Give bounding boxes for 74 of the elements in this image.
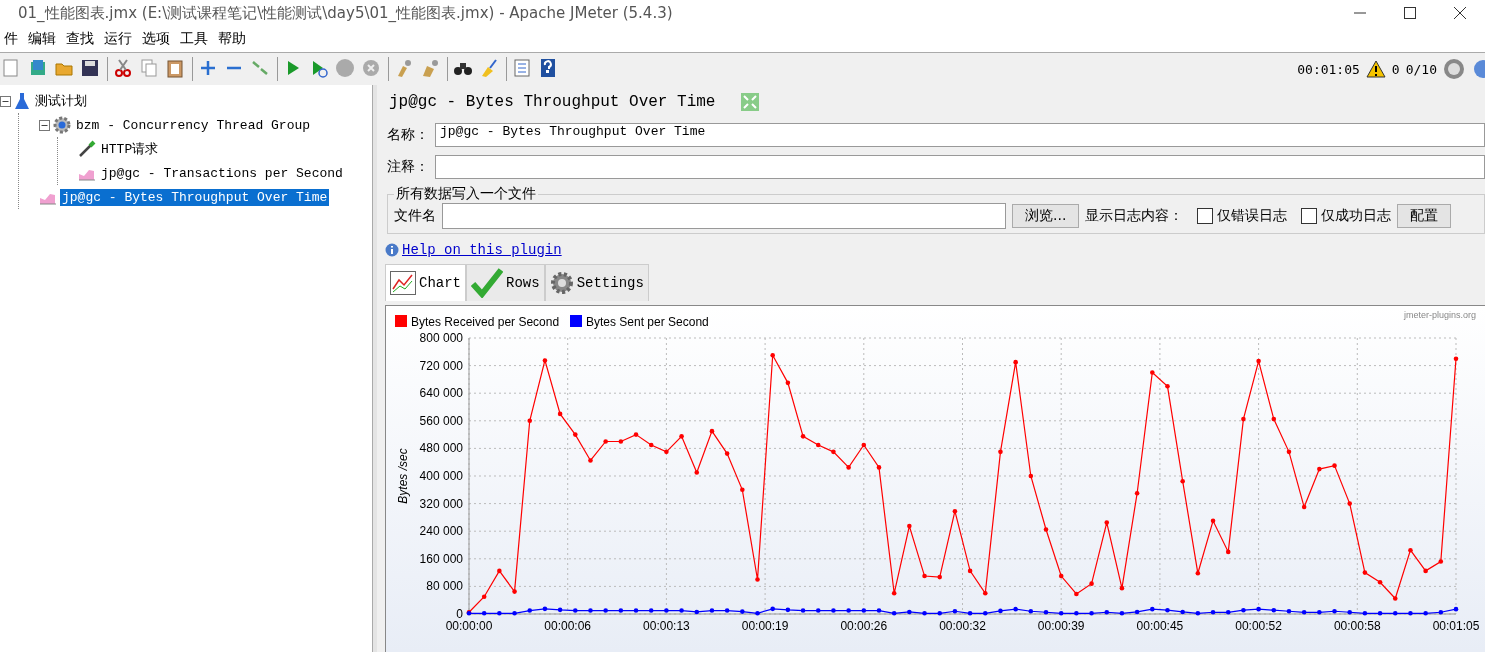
legend-label: Bytes Received per Second <box>411 315 560 329</box>
window-title: 01_性能图表.jmx (E:\测试课程笔记\性能测试\day5\01_性能图表.jmx) - Apache JMeter (5.4.3) <box>17 3 673 23</box>
tree-item[interactable]: jp@gc - Transactions per Second <box>99 164 345 182</box>
field-label: 显示日志内容： <box>1085 207 1184 225</box>
checkmark-icon <box>471 268 503 298</box>
panel-title: jp@gc - Bytes Throughput Over Time <box>389 93 716 111</box>
name-field[interactable]: jp@gc - Bytes Throughput Over Time <box>435 123 1485 147</box>
elapsed-time: 00:01:05 <box>1297 61 1360 77</box>
warning-count: 0 <box>1391 61 1400 77</box>
menu-item[interactable]: 编辑 <box>28 30 56 48</box>
menu-item[interactable]: 选项 <box>142 30 170 48</box>
help-link[interactable]: Help on this plugin <box>402 242 562 258</box>
group-title: 所有数据写入一个文件 <box>395 185 537 203</box>
y-tick-label: 400 000 <box>419 469 463 483</box>
y-tick-label: 720 000 <box>419 358 463 373</box>
chart-credit: jmeter-plugins.org <box>1403 310 1476 320</box>
comment-field[interactable] <box>435 155 1485 179</box>
info-icon <box>385 243 399 257</box>
x-tick-label: 00:00:45 <box>1136 619 1184 633</box>
tab[interactable]: Chart <box>385 264 466 301</box>
tab[interactable]: Rows <box>466 264 545 301</box>
field-label: 注释： <box>387 158 429 176</box>
config-button[interactable]: 配置 <box>1397 204 1452 228</box>
y-tick-label: 560 000 <box>419 413 463 428</box>
x-tick-label: 00:01:05 <box>1432 619 1480 633</box>
close-icon[interactable] <box>1454 7 1466 19</box>
menu-item[interactable]: 查找 <box>66 30 94 48</box>
menu-item[interactable]: 件 <box>4 30 18 48</box>
y-tick-label: 0 <box>456 607 463 621</box>
checkbox-label: 仅成功日志 <box>1321 207 1392 225</box>
pipette-icon <box>78 140 96 158</box>
y-tick-label: 80 000 <box>426 579 463 594</box>
x-tick-label: 00:00:19 <box>741 619 789 633</box>
line-chart-icon <box>390 271 416 295</box>
gear-icon <box>549 271 574 295</box>
tree-item[interactable]: HTTP请求 <box>99 139 161 159</box>
y-tick-label: 640 000 <box>419 386 463 401</box>
field-label: 名称： <box>387 126 429 144</box>
checkbox[interactable] <box>1301 208 1318 224</box>
tab[interactable]: Settings <box>544 264 649 301</box>
collapse-icon[interactable] <box>0 95 11 107</box>
browse-button[interactable]: 浏览... <box>1012 204 1080 228</box>
checkbox-label: 仅错误日志 <box>1217 207 1288 225</box>
x-tick-label: 00:00:26 <box>840 619 888 633</box>
tree-item[interactable]: bzm - Concurrency Thread Group <box>74 116 313 134</box>
y-tick-label: 240 000 <box>419 524 463 539</box>
field-label: 文件名 <box>394 207 436 225</box>
x-tick-label: 00:00:52 <box>1235 619 1282 633</box>
x-tick-label: 00:00:06 <box>544 619 592 633</box>
maximize-icon[interactable] <box>1404 7 1416 19</box>
y-tick-label: 320 000 <box>419 496 463 511</box>
menu-item[interactable]: 帮助 <box>218 30 246 48</box>
checkbox[interactable] <box>1197 208 1214 224</box>
y-tick-label: 160 000 <box>419 551 463 566</box>
gear-icon <box>53 116 71 134</box>
collapse-icon[interactable] <box>39 119 50 131</box>
menu-item[interactable]: 运行 <box>104 30 132 48</box>
flask-icon <box>14 92 30 110</box>
x-tick-label: 00:00:32 <box>939 619 986 633</box>
tree-item[interactable]: 测试计划 <box>33 91 89 111</box>
warning-icon[interactable] <box>1365 60 1386 78</box>
y-axis-title: Bytes /sec <box>396 448 410 504</box>
legend-label: Bytes Sent per Second <box>586 315 709 329</box>
y-tick-label: 800 000 <box>419 331 463 345</box>
tree-item[interactable]: jp@gc - Bytes Throughput Over Time <box>60 188 330 206</box>
x-tick-label: 00:00:58 <box>1333 619 1381 633</box>
x-tick-label: 00:00:00 <box>445 619 493 633</box>
thread-count: 0/10 <box>1405 61 1437 77</box>
stop-icon[interactable] <box>335 58 357 80</box>
menu-item[interactable]: 工具 <box>180 30 208 48</box>
x-tick-label: 00:00:39 <box>1037 619 1085 633</box>
filename-field[interactable] <box>442 203 1006 229</box>
x-tick-label: 00:00:13 <box>643 619 690 633</box>
y-tick-label: 480 000 <box>419 441 463 456</box>
